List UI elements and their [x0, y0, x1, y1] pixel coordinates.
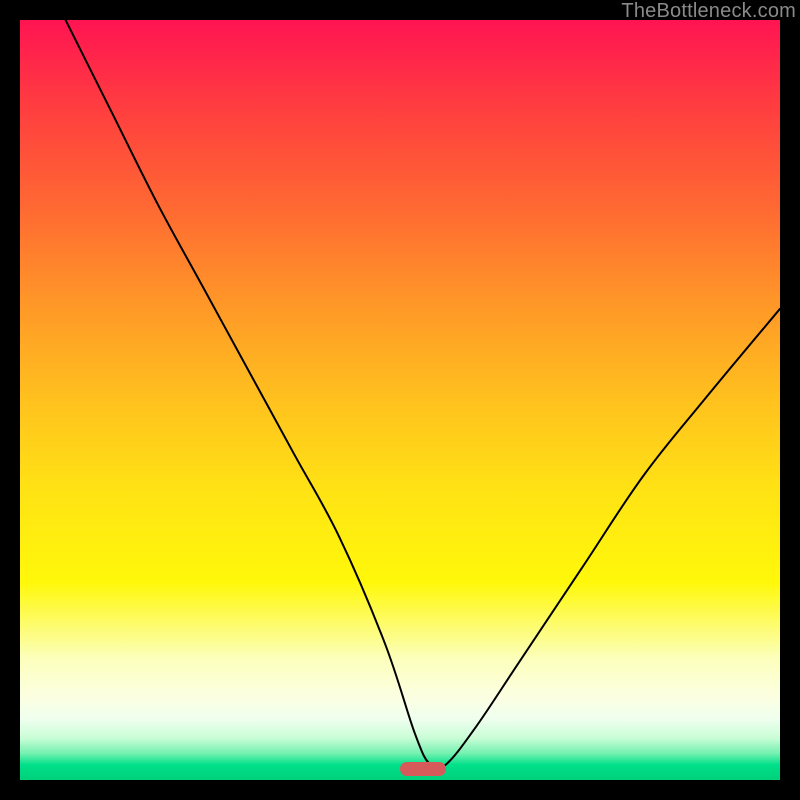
bottleneck-curve	[66, 20, 780, 769]
plot-area	[20, 20, 780, 780]
curve-svg	[20, 20, 780, 780]
optimal-marker	[400, 762, 446, 776]
chart-frame: TheBottleneck.com	[0, 0, 800, 800]
